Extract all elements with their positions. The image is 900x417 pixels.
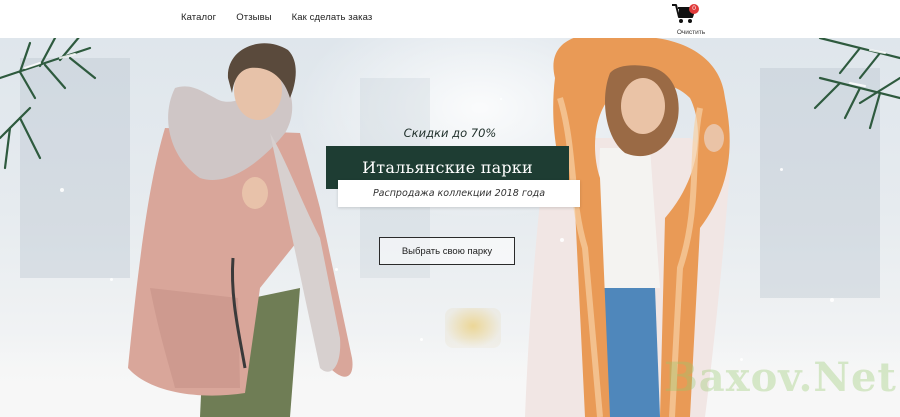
snowflake: [110, 278, 113, 281]
discount-label: Скидки до 70%: [403, 126, 497, 140]
choose-parka-button[interactable]: Выбрать свою парку: [379, 237, 515, 265]
watermark-logo: Baxov.Net: [664, 354, 897, 401]
nav-link-reviews[interactable]: Отзывы: [236, 12, 271, 23]
nav-link-catalog[interactable]: Каталог: [181, 12, 216, 23]
snowflake: [780, 168, 783, 171]
snowflake: [830, 298, 834, 302]
cart-count-badge: 0: [689, 4, 699, 14]
nav-link-how-to-order[interactable]: Как сделать заказ: [292, 12, 373, 23]
cart-clear-link[interactable]: Очистить: [669, 29, 713, 36]
snowflake: [60, 188, 64, 192]
snowflake: [500, 98, 502, 100]
top-navigation-bar: Каталог Отзывы Как сделать заказ 0 Очист…: [0, 0, 900, 38]
snowflake: [335, 268, 338, 271]
cart-widget[interactable]: 0 Очистить: [669, 3, 713, 37]
snowflake: [560, 238, 564, 242]
hero-banner: Скидки до 70% Итальянские парки Распрода…: [0, 38, 900, 417]
main-nav: Каталог Отзывы Как сделать заказ: [181, 12, 372, 23]
snowflake: [420, 338, 423, 341]
hero-subtitle: Распродажа коллекции 2018 года: [338, 180, 580, 207]
